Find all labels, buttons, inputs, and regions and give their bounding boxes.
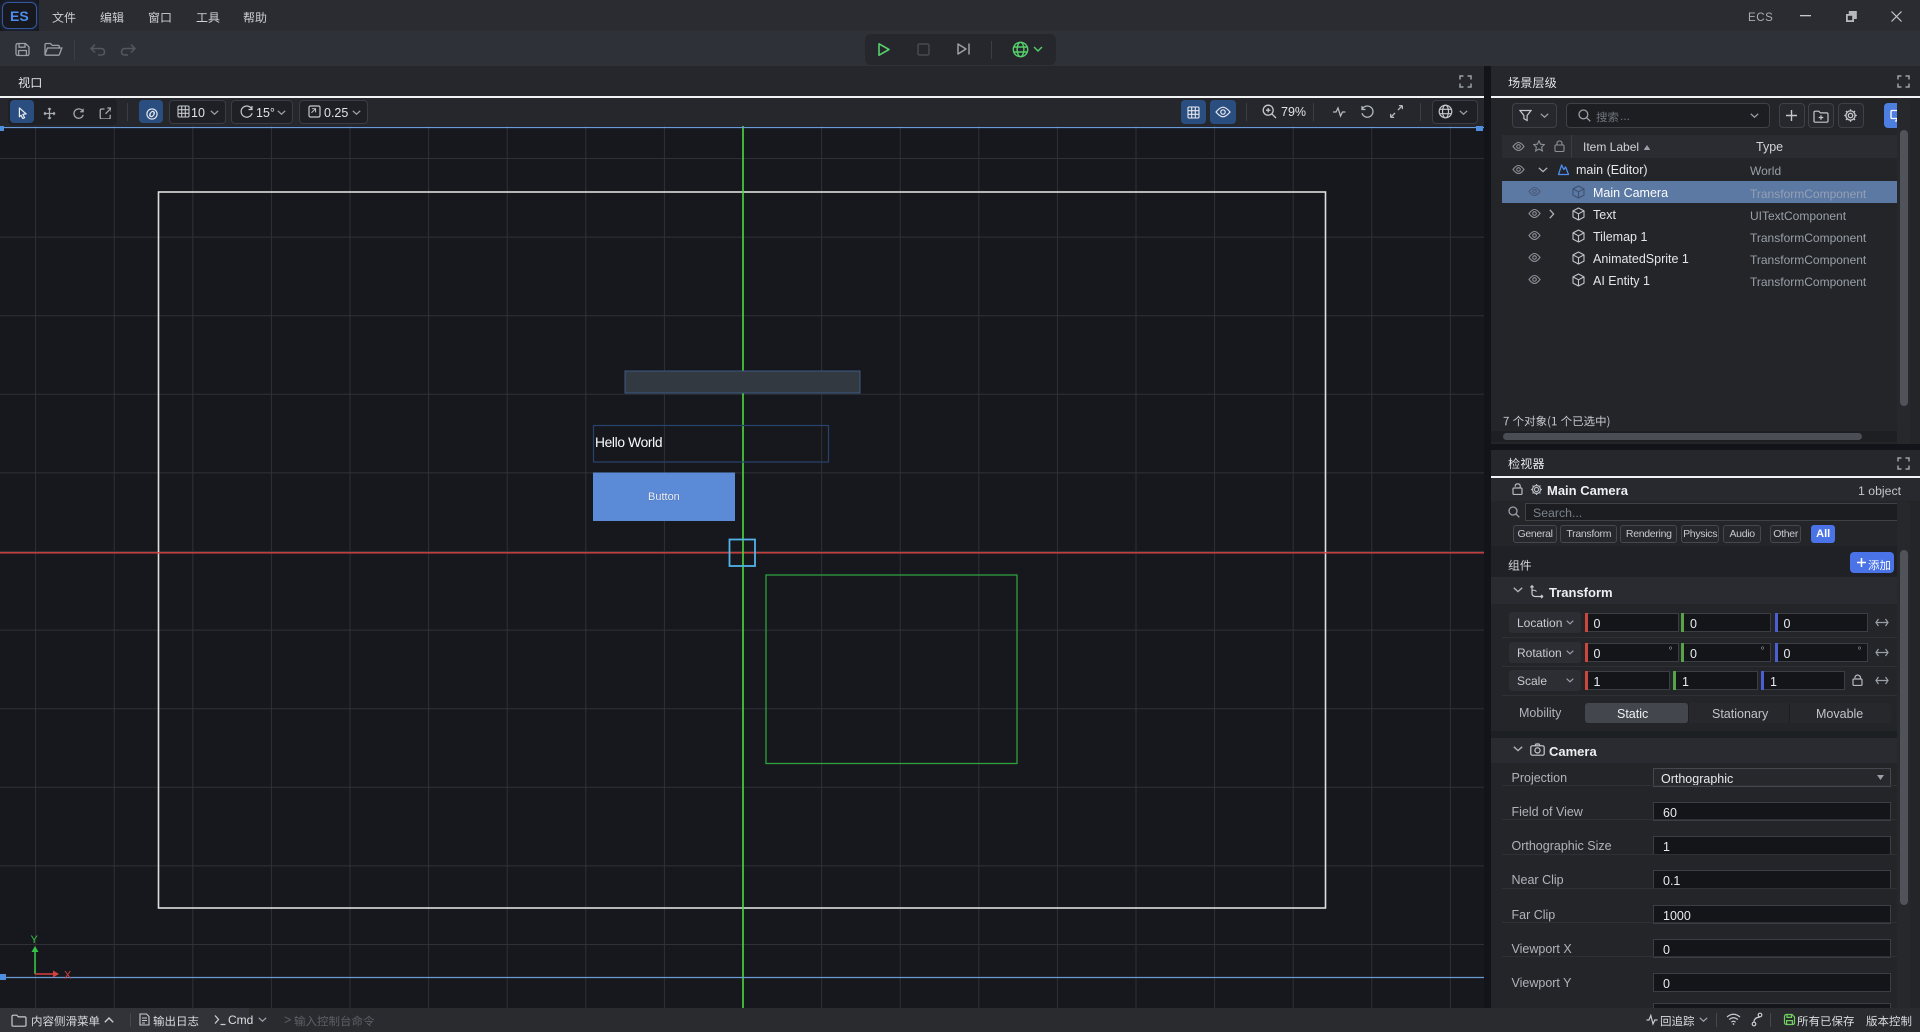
svg-text:Y: Y bbox=[31, 934, 39, 946]
svg-text:X: X bbox=[64, 970, 72, 982]
